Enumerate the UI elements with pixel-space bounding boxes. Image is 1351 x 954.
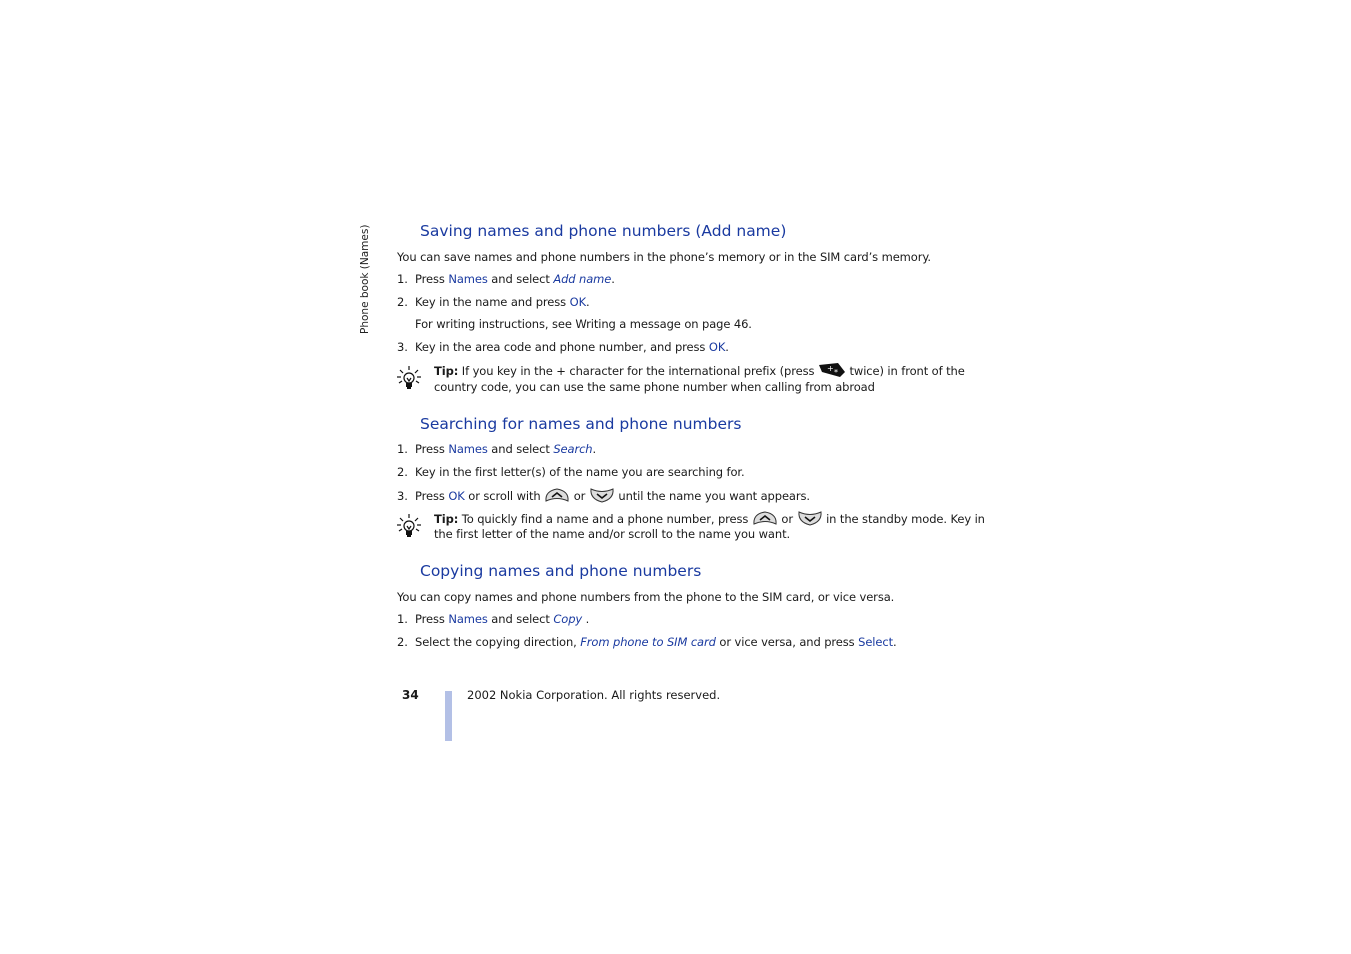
step-text: Select the copying direction, [415, 635, 581, 649]
step-number: 1. [397, 272, 408, 286]
step-text: and select [487, 612, 554, 626]
step-text: . [585, 612, 590, 626]
keyword-select: Select [858, 635, 894, 649]
scroll-down-key-icon [797, 510, 823, 529]
step-3-searching: 3. Press OK or scroll with or until the n… [397, 487, 810, 506]
step-number: 2. [397, 635, 408, 649]
lightbulb-tip-icon [396, 513, 422, 543]
step-2-searching: 2. Key in the first letter(s) of the name… [397, 465, 745, 479]
step-number: 3. [397, 340, 408, 354]
heading-searching: Searching for names and phone numbers [420, 415, 742, 433]
keyword-names: Names [448, 272, 488, 286]
keyword-ok: OK [448, 489, 465, 503]
heading-copying: Copying names and phone numbers [420, 562, 702, 580]
star-plus-key-icon: + * [818, 362, 846, 381]
lightbulb-tip-icon [396, 365, 422, 395]
tip-prefix-line1: Tip: If you key in the + character for t… [434, 362, 965, 381]
step-text: Press [415, 612, 449, 626]
step-text: until the name you want appears. [614, 489, 810, 503]
keyword-names: Names [448, 442, 488, 456]
copyright-notice: 2002 Nokia Corporation. All rights reser… [467, 688, 721, 702]
step-text: . [586, 295, 590, 309]
step-text: Press [415, 442, 449, 456]
menu-item-search: Search [553, 442, 593, 456]
keyword-ok: OK [708, 340, 726, 354]
step-3-saving: 3. Key in the area code and phone number,… [397, 340, 729, 354]
step-number: 1. [397, 442, 408, 456]
step-text: . [725, 340, 729, 354]
step-1-searching: 1. Press Names and select Search. [397, 442, 596, 456]
step-2-saving: 2. Key in the name and press OK. [397, 295, 590, 309]
step-text: . [611, 272, 615, 286]
tip-prefix-line2: country code, you can use the same phone… [434, 380, 875, 394]
page-number: 34 [402, 688, 419, 702]
step-text: and select [487, 272, 554, 286]
step-number: 3. [397, 489, 408, 503]
menu-item-add-name: Add name [553, 272, 612, 286]
step-1-copying: 1. Press Names and select Copy . [397, 612, 589, 626]
step-text: . [592, 442, 597, 456]
tip-label: Tip: [434, 364, 459, 378]
step-1-saving: 1. Press Names and select Add name. [397, 272, 615, 286]
tip-text: To quickly find a name and a phone numbe… [458, 512, 752, 526]
footer-divider-bar [445, 691, 452, 741]
step-text: Press [415, 272, 449, 286]
step-number: 1. [397, 612, 408, 626]
step-text: Key in the area code and phone number, a… [415, 340, 709, 354]
step-number: 2. [397, 295, 408, 309]
scroll-up-key-icon [544, 487, 570, 506]
svg-text:*: * [834, 368, 838, 377]
option-from-phone-to-sim: From phone to SIM card [580, 635, 716, 649]
tip-text: in the standby mode. Key in [822, 512, 985, 526]
intro-saving: You can save names and phone numbers in … [397, 250, 931, 264]
heading-saving-names: Saving names and phone numbers (Add name… [420, 222, 787, 240]
side-section-label: Phone book (Names) [359, 224, 371, 334]
scroll-down-key-icon [589, 487, 615, 506]
svg-text:+: + [827, 364, 834, 373]
keyword-names: Names [448, 612, 488, 626]
tip-label: Tip: [434, 512, 459, 526]
step-text: or [570, 489, 589, 503]
step-text: and select [487, 442, 554, 456]
tip-text: twice) in front of the [845, 364, 965, 378]
step-text: or scroll with [464, 489, 545, 503]
step-2-copying: 2. Select the copying direction, From pho… [397, 635, 897, 649]
menu-item-copy: Copy [553, 612, 586, 626]
note-writing-instructions: For writing instructions, see Writing a … [415, 317, 752, 331]
tip-text: If you key in the + character for the in… [458, 364, 818, 378]
step-text: . [893, 635, 897, 649]
tip-text: or [777, 512, 797, 526]
step-number: 2. [397, 465, 408, 479]
step-text: Press [415, 489, 449, 503]
step-text: Key in the name and press [415, 295, 570, 309]
intro-copying: You can copy names and phone numbers fro… [397, 590, 895, 604]
tip-search-line2: the first letter of the name and/or scro… [434, 527, 791, 541]
step-text: Key in the first letter(s) of the name y… [415, 465, 745, 479]
step-text: or vice versa, and press [715, 635, 859, 649]
keyword-ok: OK [569, 295, 587, 309]
